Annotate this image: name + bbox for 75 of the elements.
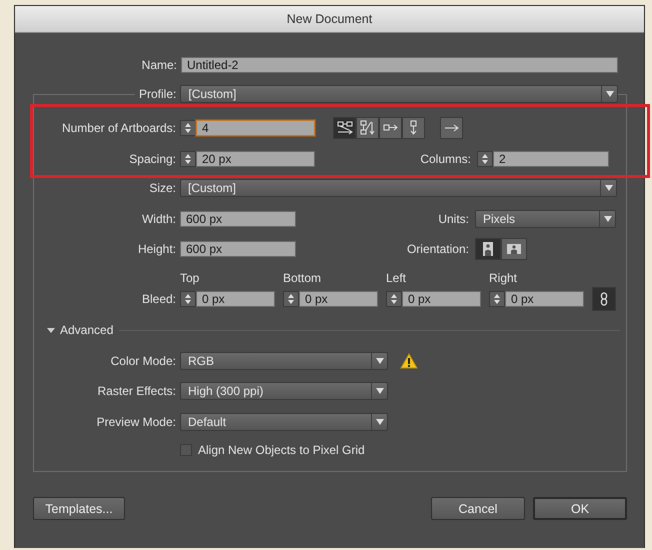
number-field[interactable]: 0 px: [196, 291, 275, 307]
field-label: Top: [180, 271, 200, 285]
window-title: New Document: [286, 10, 372, 28]
caret-icon: [376, 388, 384, 394]
text-field[interactable]: 600 px: [180, 241, 296, 257]
arrangement-button[interactable]: [333, 117, 356, 139]
dialog-button[interactable]: OK: [533, 497, 627, 520]
field-label: Raster Effects:: [96, 383, 176, 400]
spinner-arrows-icon: [390, 293, 398, 305]
arrangement-button[interactable]: [402, 117, 425, 139]
number-field[interactable]: 4: [196, 120, 315, 136]
spinner-arrows-icon: [481, 153, 489, 165]
field-label: Number of Artboards:: [60, 120, 176, 137]
checkbox[interactable]: [180, 444, 192, 456]
caret-icon: [376, 358, 384, 364]
dialog-button[interactable]: Templates...: [33, 497, 125, 520]
number-field[interactable]: 0 px: [505, 291, 584, 307]
field-label: Right: [489, 271, 518, 285]
spinner-arrows-icon: [287, 293, 295, 305]
spinner-button[interactable]: [180, 151, 196, 167]
spinner-button[interactable]: [386, 291, 402, 307]
field-label: Profile:: [139, 87, 176, 101]
field-label: Name:: [140, 57, 177, 74]
field-label: Columns:: [419, 151, 471, 168]
caret-icon: [606, 91, 614, 97]
dropdown[interactable]: Pixels: [475, 210, 616, 228]
dropdown[interactable]: RGB: [180, 352, 388, 370]
spinner-button[interactable]: [477, 151, 493, 167]
caret-icon: [604, 216, 612, 222]
field-label: Bleed:: [140, 291, 176, 308]
number-field[interactable]: 0 px: [299, 291, 378, 307]
layout-icon: [336, 120, 352, 136]
layout-icon: [360, 120, 376, 136]
chain-link-icon: [600, 292, 608, 306]
spinner-button[interactable]: [283, 291, 299, 307]
number-field[interactable]: 0 px: [402, 291, 481, 307]
field-label: Height:: [136, 241, 176, 258]
text-field[interactable]: Untitled-2: [181, 57, 618, 73]
page-figure-icon: [506, 241, 522, 257]
dropdown[interactable]: [Custom]: [180, 85, 618, 103]
text-field[interactable]: 600 px: [180, 211, 296, 227]
field-label: Size:: [148, 180, 176, 197]
field-label: Color Mode:: [110, 353, 176, 370]
dropdown[interactable]: Default: [180, 413, 388, 431]
spinner-button[interactable]: [180, 291, 196, 307]
field-label: Bottom: [283, 271, 322, 285]
field-label: Orientation:: [406, 241, 469, 258]
orientation-button[interactable]: [501, 238, 527, 260]
dropdown[interactable]: High (300 ppi): [180, 382, 388, 400]
caret-icon: [376, 419, 384, 425]
spinner-arrows-icon: [493, 293, 501, 305]
field-label: Left: [386, 271, 406, 285]
spinner-button[interactable]: [180, 120, 196, 136]
number-field[interactable]: 2: [493, 151, 609, 167]
checkbox-label: Align New Objects to Pixel Grid: [198, 442, 365, 459]
field-label: Units:: [437, 211, 469, 228]
orientation-button[interactable]: [475, 238, 501, 260]
arrangement-button[interactable]: [356, 117, 379, 139]
disclosure-toggle[interactable]: Advanced: [47, 321, 114, 339]
dialog-button[interactable]: Cancel: [431, 497, 525, 520]
spinner-button[interactable]: [489, 291, 505, 307]
arrow-icon: [444, 123, 460, 133]
page-figure-icon: [480, 241, 496, 257]
arrangement-button[interactable]: [379, 117, 402, 139]
dropdown[interactable]: [Custom]: [180, 179, 617, 197]
direction-button[interactable]: [440, 117, 463, 139]
field-label: Preview Mode:: [96, 414, 176, 431]
spinner-arrows-icon: [184, 122, 192, 134]
number-field[interactable]: 20 px: [196, 151, 315, 167]
link-button[interactable]: [592, 287, 616, 311]
spinner-arrows-icon: [184, 293, 192, 305]
caret-icon: [604, 185, 612, 191]
field-label: Width:: [140, 211, 176, 228]
spinner-arrows-icon: [184, 153, 192, 165]
field-label: Spacing:: [128, 151, 176, 168]
